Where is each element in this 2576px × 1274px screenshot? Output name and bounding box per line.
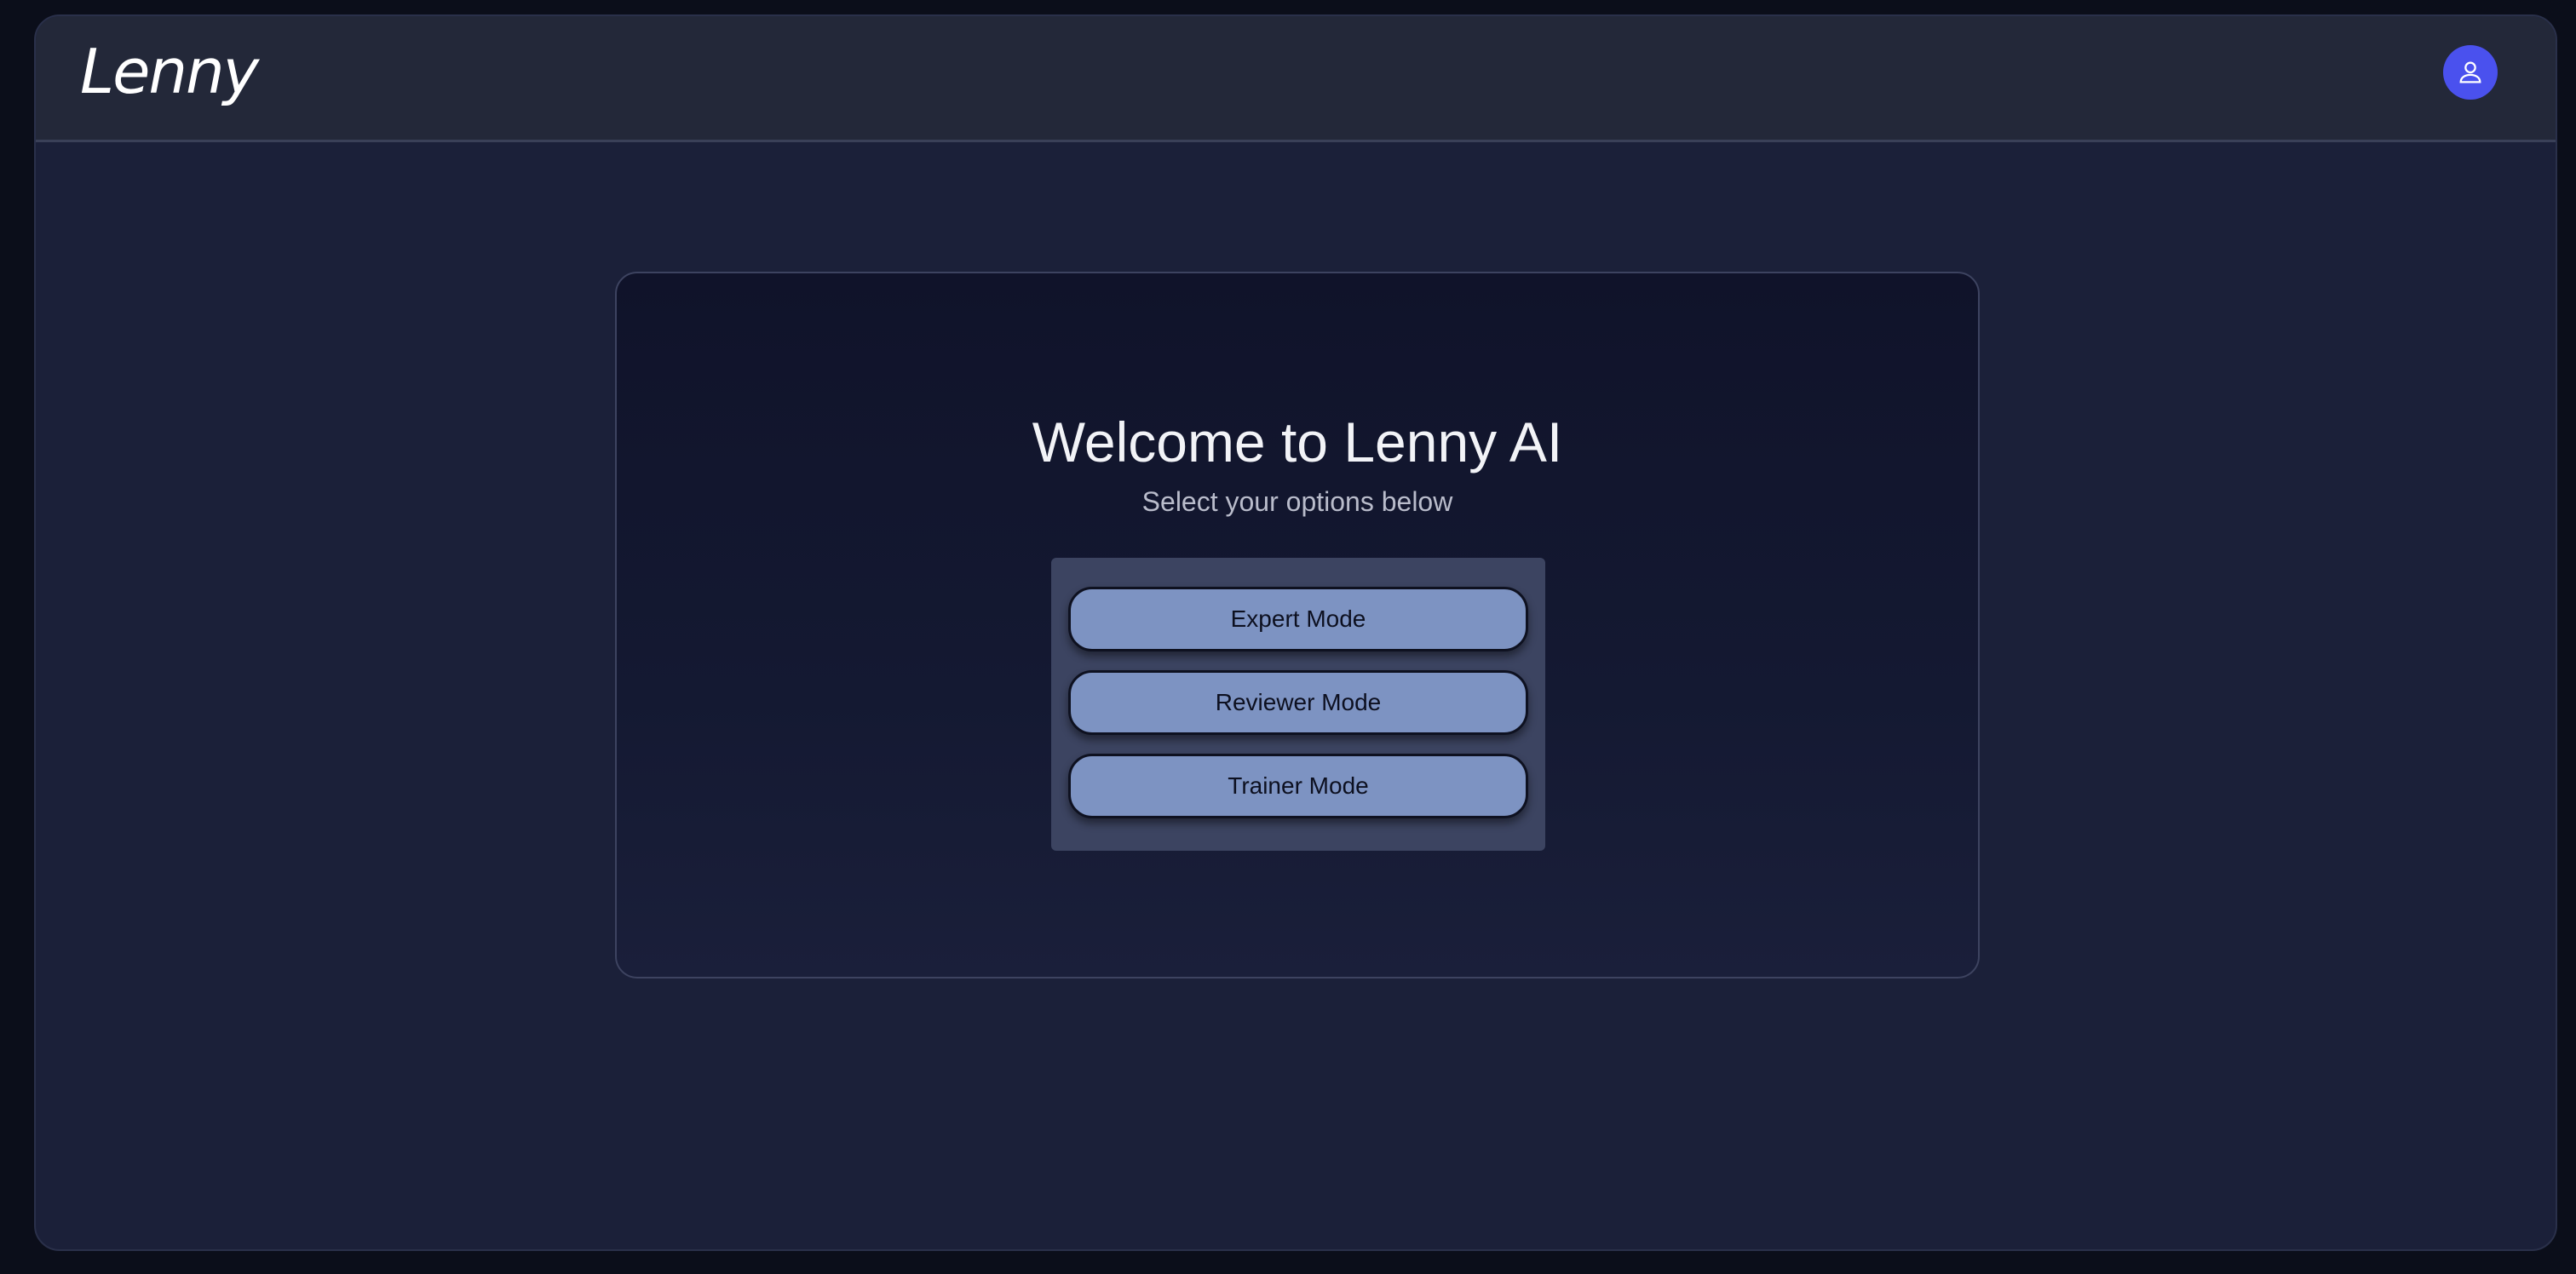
welcome-card: Welcome to Lenny AI Select your options … [615, 272, 1980, 978]
user-profile-button[interactable] [2443, 45, 2498, 100]
user-icon [2459, 61, 2481, 83]
mode-options-panel: Expert Mode Reviewer Mode Trainer Mode [1051, 558, 1545, 851]
top-header: Lenny [36, 16, 2556, 142]
reviewer-mode-button[interactable]: Reviewer Mode [1068, 670, 1528, 735]
expert-mode-button[interactable]: Expert Mode [1068, 587, 1528, 651]
page-title: Welcome to Lenny AI [1032, 410, 1563, 473]
app-window: Lenny Welcome to Lenny AI Select your op… [34, 14, 2557, 1251]
trainer-mode-button[interactable]: Trainer Mode [1068, 754, 1528, 818]
lenny-logo[interactable]: Lenny [80, 36, 267, 127]
page-subtitle: Select your options below [1141, 486, 1453, 517]
logo-text: Lenny [80, 42, 261, 107]
